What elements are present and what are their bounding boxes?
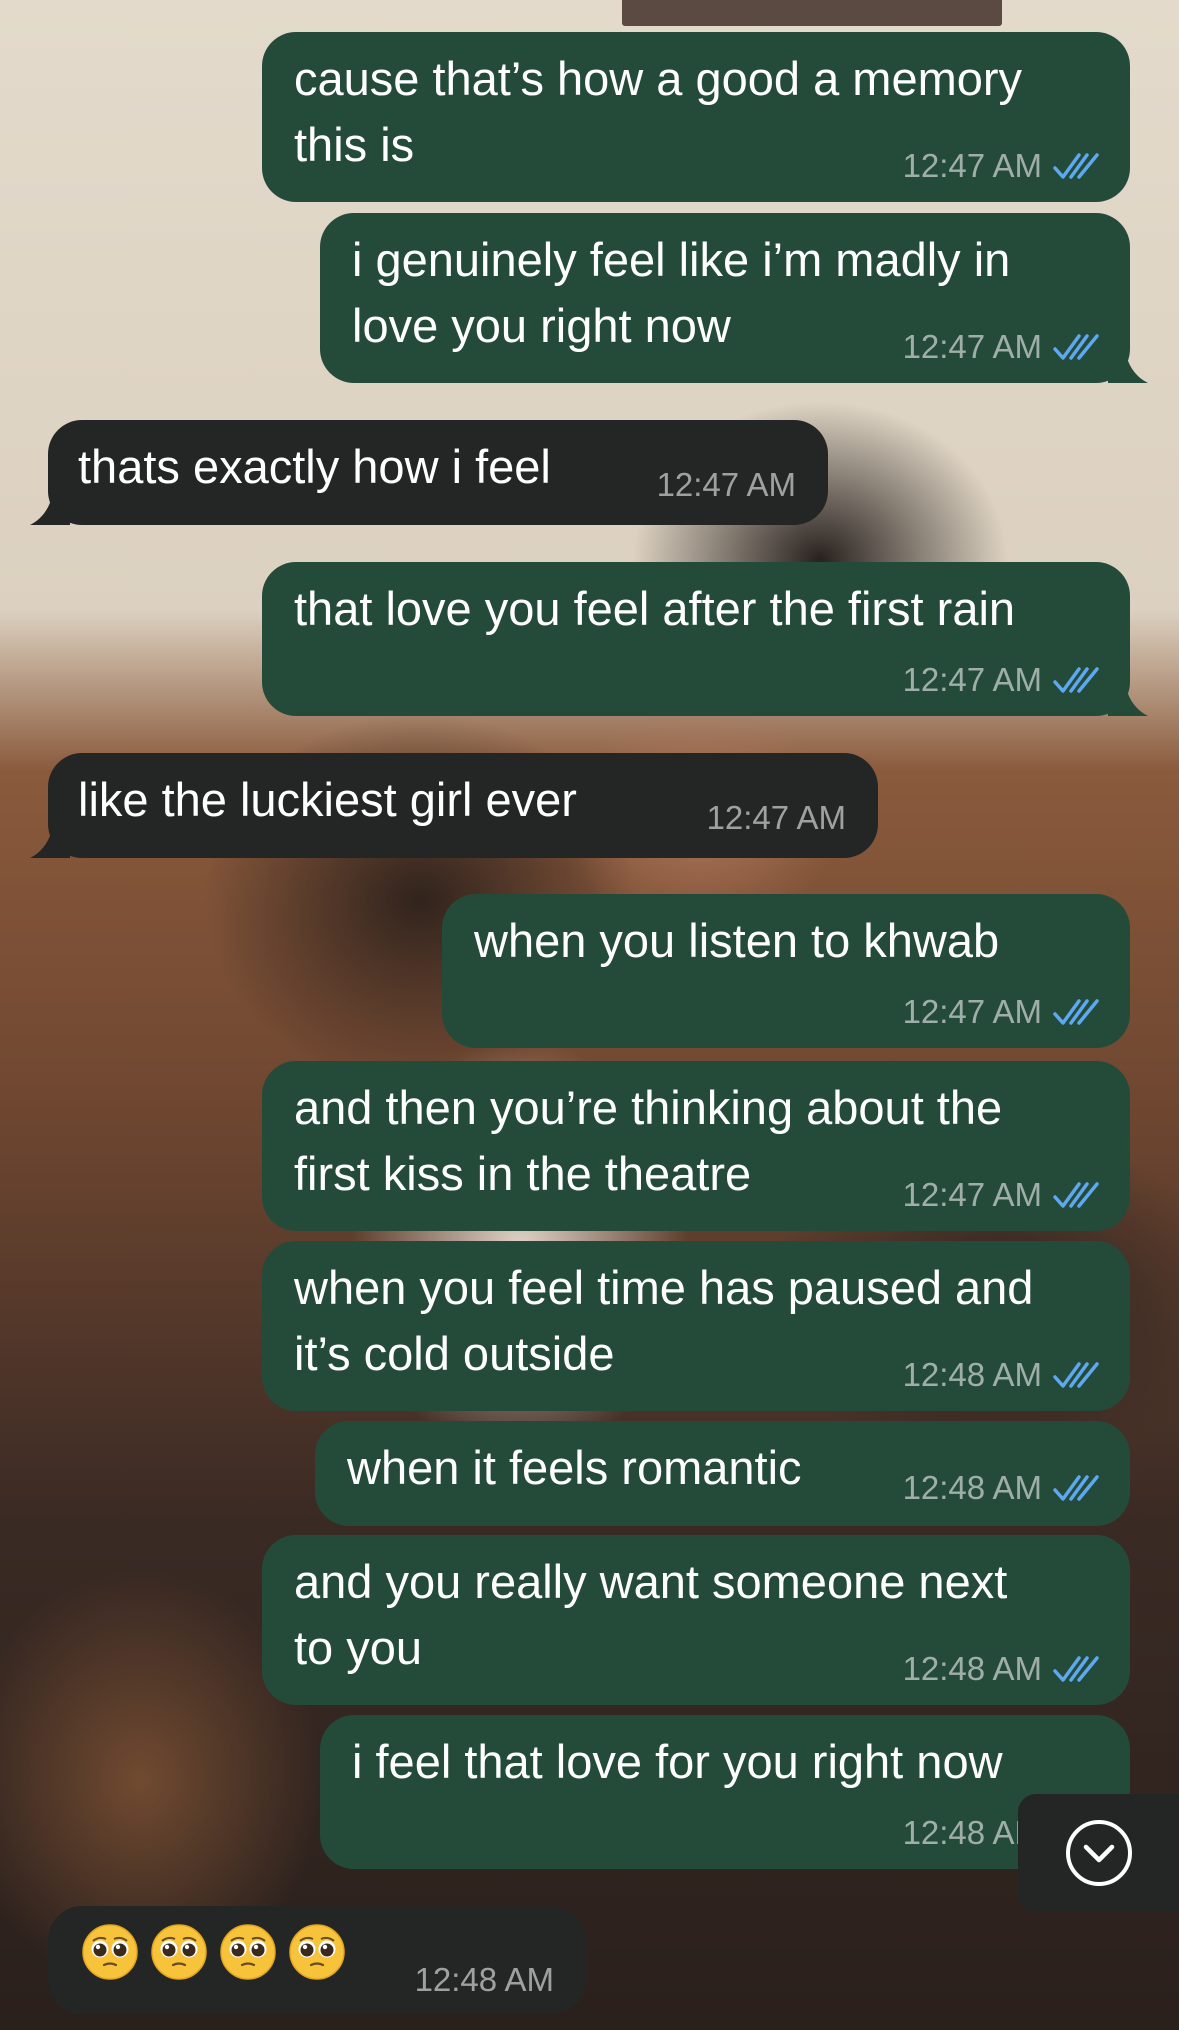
bubble-tail [1108,676,1148,716]
message-text: that love you feel after the first rain [294,582,1016,635]
message-time: 12:47 AM [902,993,1042,1030]
message-time: 12:48 AM [414,1961,554,1998]
message-bubble-incoming[interactable]: thats exactly how i feel 12:47 AM [30,420,828,525]
message-bubble-outgoing[interactable]: and you really want someone next to you … [262,1535,1130,1705]
double-check-icon [1053,999,1099,1025]
message-meta: 12:48 AM [903,1649,1100,1689]
message-time: 12:47 AM [706,799,846,836]
message-time: 12:47 AM [902,1176,1042,1213]
emoji-row [82,1924,345,1980]
wallpaper-frame [622,0,1002,26]
message-text: when it feels romantic [347,1441,802,1494]
message-meta: 12:48 AM [415,1960,554,2000]
double-check-icon [1053,153,1099,179]
message-time: 12:47 AM [902,147,1042,184]
message-meta: 12:47 AM [903,660,1100,700]
message-text: and then you’re thinking about the first… [294,1081,1003,1200]
message-bubble-outgoing[interactable]: when you listen to khwab 12:47 AM [442,894,1130,1048]
pleading-face-icon [220,1924,276,1980]
message-text: and you really want someone next to you [294,1555,1008,1674]
double-check-icon [1053,334,1099,360]
message-time: 12:47 AM [656,466,796,503]
message-bubble-outgoing[interactable]: i genuinely feel like i’m madly in love … [320,213,1148,383]
chevron-down-circle-icon [1065,1820,1132,1886]
message-meta: 12:48 AM [903,1355,1100,1395]
message-meta: 12:48 AM [903,1468,1100,1508]
message-text: thats exactly how i feel [78,440,551,493]
message-meta: 12:47 AM [903,1175,1100,1215]
double-check-icon [1053,1182,1099,1208]
message-bubble-outgoing[interactable]: that love you feel after the first rain … [262,562,1148,716]
message-time: 12:48 AM [902,1356,1042,1393]
message-text: i feel that love for you right now [352,1735,1003,1788]
message-text: when you listen to khwab [474,914,1000,967]
message-text: like the luckiest girl ever [78,773,577,826]
pleading-face-icon [289,1924,345,1980]
bubble-tail [30,485,70,525]
message-bubble-outgoing[interactable]: and then you’re thinking about the first… [262,1061,1130,1231]
double-check-icon [1053,1475,1099,1501]
message-time: 12:47 AM [902,328,1042,365]
double-check-icon [1053,667,1099,693]
bubble-tail [30,818,70,858]
message-meta: 12:47 AM [903,327,1100,367]
message-time: 12:48 AM [902,1469,1042,1506]
double-check-icon [1053,1656,1099,1682]
message-meta: 12:47 AM [903,992,1100,1032]
bubble-tail [1108,343,1148,383]
message-meta: 12:47 AM [903,146,1100,186]
scroll-to-bottom-button[interactable] [1018,1794,1179,1912]
message-bubble-outgoing[interactable]: i feel that love for you right now 12:48… [320,1715,1130,1869]
message-meta: 12:47 AM [657,465,796,505]
message-bubble-outgoing[interactable]: when it feels romantic 12:48 AM [315,1421,1130,1526]
message-bubble-outgoing[interactable]: when you feel time has paused and it’s c… [262,1241,1130,1411]
message-bubble-outgoing[interactable]: cause that’s how a good a memory this is… [262,32,1130,202]
message-bubble-incoming[interactable]: 12:48 AM [48,1906,586,2014]
pleading-face-icon [82,1924,138,1980]
message-time: 12:47 AM [902,661,1042,698]
message-bubble-incoming[interactable]: like the luckiest girl ever 12:47 AM [30,753,878,858]
pleading-face-icon [151,1924,207,1980]
message-time: 12:48 AM [902,1650,1042,1687]
double-check-icon [1053,1362,1099,1388]
message-meta: 12:47 AM [707,798,846,838]
